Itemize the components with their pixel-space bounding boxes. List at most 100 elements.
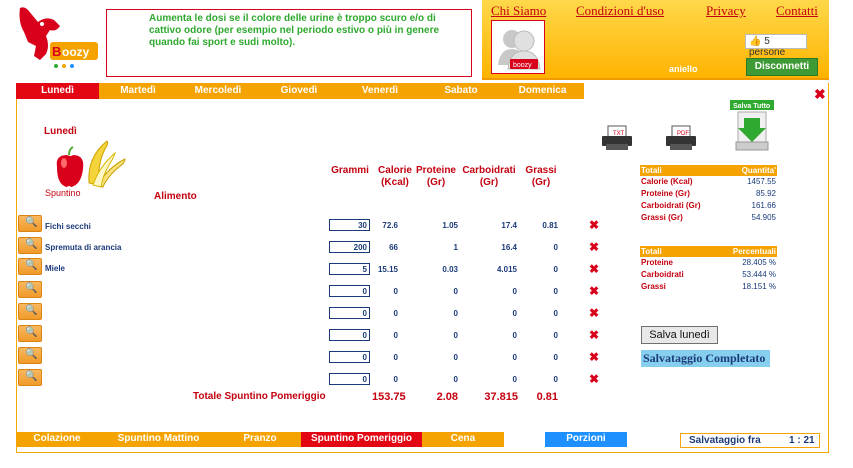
tab-giovedi[interactable]: Giovedì: [259, 83, 339, 99]
percent-row-label: Grassi: [641, 282, 666, 291]
export-pdf-icon[interactable]: PDF: [664, 124, 698, 152]
search-icon: 🔍: [25, 349, 38, 360]
delete-row-icon[interactable]: ✖: [589, 218, 599, 232]
day-tabs: Lunedì Martedì Mercoledì Giovedì Venerdì…: [16, 83, 584, 99]
export-txt-icon[interactable]: TXT: [600, 124, 634, 152]
carboidrati-value: 4.015: [496, 265, 517, 274]
delete-row-icon[interactable]: ✖: [589, 328, 599, 342]
header: oozy B Aumenta le dosi se il colore dell…: [0, 0, 853, 80]
link-privacy[interactable]: Privacy: [706, 3, 746, 19]
grassi-value: 0: [553, 243, 558, 252]
percent-row: Proteine 28.405 %: [640, 257, 777, 269]
totals-label: Totale Spuntino Pomeriggio: [193, 391, 326, 402]
avatar[interactable]: boozy: [491, 20, 545, 74]
delete-row-icon[interactable]: ✖: [589, 262, 599, 276]
quantity-input[interactable]: [329, 373, 370, 385]
proteine-value: 0.03: [442, 265, 458, 274]
calorie-value: 0: [393, 353, 398, 362]
save-day-button[interactable]: Salva lunedì: [641, 326, 718, 344]
logo-text: oozy: [62, 45, 90, 59]
close-icon[interactable]: ✖: [814, 86, 826, 103]
delete-row-icon[interactable]: ✖: [589, 240, 599, 254]
search-food-button[interactable]: 🔍: [18, 347, 42, 364]
percent-table: Totali Percentuali Proteine 28.405 % Carb…: [640, 246, 777, 293]
delete-row-icon[interactable]: ✖: [589, 350, 599, 364]
tab-martedi[interactable]: Martedì: [99, 83, 177, 99]
percent-row-value: 28.405 %: [742, 258, 776, 267]
tab-sabato[interactable]: Sabato: [421, 83, 501, 99]
tab-venerdi[interactable]: Venerdì: [339, 83, 421, 99]
carboidrati-value: 0: [512, 353, 517, 362]
save-status: Salvataggio Completato: [641, 350, 770, 367]
tab-pranzo[interactable]: Pranzo: [219, 432, 301, 447]
quantity-input[interactable]: [329, 307, 370, 319]
quantity-input[interactable]: [329, 219, 370, 231]
boozy-logo[interactable]: oozy B: [16, 6, 104, 70]
grassi-value: 0: [553, 331, 558, 340]
delete-row-icon[interactable]: ✖: [589, 306, 599, 320]
totals-header-label: Totali: [641, 166, 662, 175]
tab-colazione[interactable]: Colazione: [16, 432, 98, 447]
total-calorie: 153.75: [372, 391, 406, 403]
tip-text: Aumenta le dosi se il colore delle urine…: [149, 13, 440, 48]
quantity-input[interactable]: [329, 329, 370, 341]
link-condizioni-uso[interactable]: Condizioni d'uso: [576, 3, 664, 19]
total-proteine: 2.08: [436, 391, 458, 403]
calorie-value: 0: [393, 287, 398, 296]
calorie-value: 0: [393, 331, 398, 340]
tab-mercoledi[interactable]: Mercoledì: [177, 83, 259, 99]
search-food-button[interactable]: 🔍: [18, 258, 42, 275]
delete-row-icon[interactable]: ✖: [589, 372, 599, 386]
save-all-label: Salva Tutto: [733, 103, 770, 110]
search-icon: 🔍: [25, 371, 38, 382]
header-proteine: Proteine (Gr): [415, 165, 456, 188]
likes-box[interactable]: 👍 5 persone: [745, 34, 807, 58]
tab-domenica[interactable]: Domenica: [501, 83, 584, 99]
totals-row: Proteine (Gr) 85.92: [640, 188, 777, 200]
meal-icon-label: Spuntino: [45, 188, 81, 198]
link-contatti[interactable]: Contatti: [776, 3, 818, 19]
quantity-input[interactable]: [329, 241, 370, 253]
tab-cena[interactable]: Cena: [422, 432, 504, 447]
search-food-button[interactable]: 🔍: [18, 237, 42, 254]
totals-row-label: Carboidrati (Gr): [641, 201, 701, 210]
tab-lunedi[interactable]: Lunedì: [16, 83, 99, 99]
totals-row-value: 85.92: [755, 189, 776, 198]
tab-spuntino-mattino[interactable]: Spuntino Mattino: [98, 432, 219, 447]
search-food-button[interactable]: 🔍: [18, 369, 42, 386]
svg-text:B: B: [52, 44, 61, 59]
search-icon: 🔍: [25, 239, 38, 250]
percent-row-value: 18.151 %: [742, 282, 776, 291]
percent-row: Carboidrati 53.444 %: [640, 269, 777, 281]
tab-porzioni[interactable]: Porzioni: [545, 432, 627, 447]
tab-spuntino-pomeriggio[interactable]: Spuntino Pomeriggio: [301, 432, 422, 447]
quantity-input[interactable]: [329, 263, 370, 275]
header-calorie: Calorie (Kcal): [378, 165, 412, 188]
meal-tabs: Colazione Spuntino Mattino Pranzo Spunti…: [16, 432, 504, 447]
tip-box: Aumenta le dosi se il colore delle urine…: [106, 9, 472, 77]
search-food-button[interactable]: 🔍: [18, 303, 42, 320]
link-chi-siamo[interactable]: Chi Siamo: [491, 3, 546, 19]
totals-row-value: 1457.55: [747, 177, 776, 186]
proteine-value: 1: [453, 243, 458, 252]
proteine-value: 0: [453, 353, 458, 362]
grassi-value: 0.81: [542, 221, 558, 230]
save-all-icon[interactable]: Salva Tutto: [728, 98, 776, 154]
quantity-input[interactable]: [329, 285, 370, 297]
totals-row-value: 54.905: [751, 213, 776, 222]
carboidrati-value: 0: [512, 287, 517, 296]
search-food-button[interactable]: 🔍: [18, 215, 42, 232]
search-food-button[interactable]: 🔍: [18, 325, 42, 342]
percent-row-value: 53.444 %: [742, 270, 776, 279]
autosave-timer: Salvataggio fra 1 : 21: [680, 433, 820, 448]
carboidrati-value: 17.4: [501, 221, 517, 230]
grassi-value: 0: [553, 265, 558, 274]
search-food-button[interactable]: 🔍: [18, 281, 42, 298]
quantity-input[interactable]: [329, 351, 370, 363]
carboidrati-value: 0: [512, 309, 517, 318]
delete-row-icon[interactable]: ✖: [589, 284, 599, 298]
disconnect-button[interactable]: Disconnetti: [746, 58, 818, 76]
username: aniello: [669, 64, 698, 74]
totals-row-label: Calorie (Kcal): [641, 177, 693, 186]
percent-row: Grassi 18.151 %: [640, 281, 777, 293]
